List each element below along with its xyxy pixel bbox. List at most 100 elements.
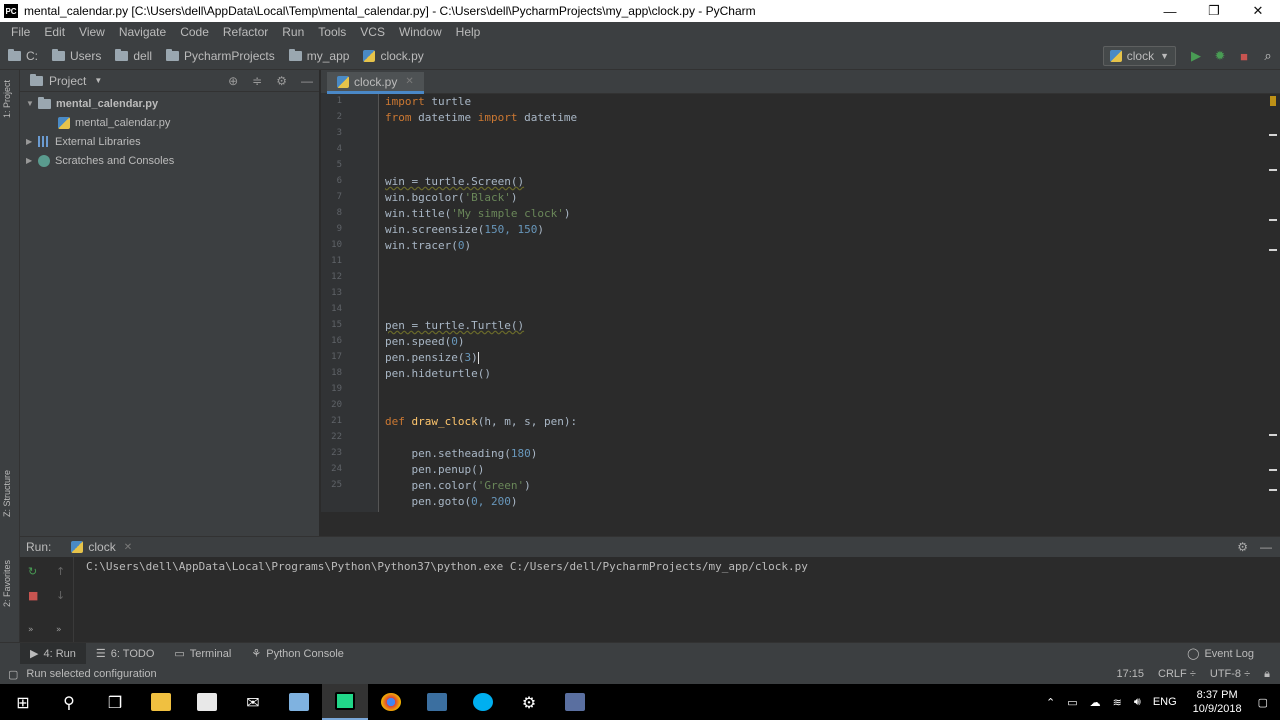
code-line: from datetime import datetime: [385, 111, 578, 124]
task-view-icon[interactable]: ❒: [92, 684, 138, 720]
wifi-icon[interactable]: ≋: [1113, 696, 1122, 709]
collapsed-arrow-icon[interactable]: ▶: [26, 156, 38, 165]
breadcrumb-my-app[interactable]: my_app: [288, 48, 349, 63]
menu-file[interactable]: File: [4, 25, 37, 39]
menu-refactor[interactable]: Refactor: [216, 25, 275, 39]
code-line: win = turtle.Screen(): [385, 175, 525, 188]
down-arrow-icon[interactable]: ↓: [56, 589, 65, 602]
breadcrumb-pycharmprojects[interactable]: PycharmProjects: [166, 48, 275, 63]
collapsed-arrow-icon[interactable]: ▶: [26, 137, 38, 146]
cloud-icon[interactable]: ☁: [1090, 696, 1101, 709]
gear-icon[interactable]: ⚙: [276, 74, 287, 88]
project-panel-title[interactable]: Project: [49, 74, 86, 88]
breadcrumb-clock-py[interactable]: clock.py: [363, 49, 424, 63]
menu-edit[interactable]: Edit: [37, 25, 72, 39]
breadcrumb-drive[interactable]: C:: [8, 48, 38, 63]
pycharm-taskbar-icon[interactable]: [322, 684, 368, 720]
battery-icon[interactable]: ▭: [1067, 696, 1077, 709]
tree-item-project-root[interactable]: ▼ mental_calendar.py: [20, 94, 319, 113]
close-tab-icon[interactable]: ✕: [405, 76, 413, 87]
minimize-button[interactable]: —: [1148, 0, 1192, 22]
tool-window-terminal[interactable]: ▭ Terminal: [164, 643, 241, 665]
menu-run[interactable]: Run: [275, 25, 311, 39]
notepad-icon[interactable]: [276, 684, 322, 720]
gear-icon[interactable]: ⚙: [1237, 540, 1248, 554]
up-arrow-icon[interactable]: ↑: [56, 565, 65, 578]
search-icon[interactable]: ⚲: [46, 684, 92, 720]
skype-icon[interactable]: [460, 684, 506, 720]
warning-marker[interactable]: [1270, 96, 1276, 106]
line-number: 18: [331, 368, 342, 378]
settings-gear-icon[interactable]: ⚙: [506, 684, 552, 720]
notification-icon[interactable]: ▢: [1258, 696, 1268, 709]
menu-tools[interactable]: Tools: [311, 25, 353, 39]
store-icon[interactable]: [184, 684, 230, 720]
event-log-button[interactable]: ◯ Event Log: [1187, 647, 1254, 661]
scroll-marker[interactable]: [1269, 469, 1277, 471]
debug-icon[interactable]: ✹: [1208, 44, 1232, 68]
scroll-marker[interactable]: [1269, 219, 1277, 221]
scroll-marker[interactable]: [1269, 249, 1277, 251]
show-hidden-icons[interactable]: ⌃: [1046, 696, 1055, 709]
taskbar-clock[interactable]: 8:37 PM 10/9/2018: [1193, 688, 1242, 716]
tool-window-python-console[interactable]: ⚘ Python Console: [241, 643, 354, 665]
editor-error-stripe[interactable]: [1266, 94, 1280, 512]
locate-icon[interactable]: ⊕: [228, 74, 238, 88]
scroll-marker[interactable]: [1269, 489, 1277, 491]
scroll-marker[interactable]: [1269, 169, 1277, 171]
stop-icon[interactable]: ■: [28, 589, 38, 602]
menu-view[interactable]: View: [72, 25, 112, 39]
hide-icon[interactable]: —: [301, 74, 313, 88]
console-output[interactable]: C:\Users\dell\AppData\Local\Programs\Pyt…: [86, 560, 808, 573]
tool-window-run[interactable]: ▶ 4: Run: [20, 642, 86, 665]
windows-start-icon[interactable]: ⊞: [0, 684, 46, 720]
menu-help[interactable]: Help: [449, 25, 488, 39]
line-number-gutter: 1 2 3 4 5 6 7 8 9 10 11 12 13 14 15 16 1…: [321, 94, 379, 512]
expanded-arrow-icon[interactable]: ▼: [26, 99, 38, 108]
mail-icon[interactable]: ✉: [230, 684, 276, 720]
menu-vcs[interactable]: VCS: [353, 25, 392, 39]
close-tab-icon[interactable]: ✕: [124, 542, 132, 553]
stop-icon[interactable]: ■: [1232, 44, 1256, 68]
recorder-icon[interactable]: [552, 684, 598, 720]
run-icon[interactable]: ▶: [1184, 44, 1208, 68]
hide-icon[interactable]: —: [1260, 540, 1272, 554]
menu-navigate[interactable]: Navigate: [112, 25, 173, 39]
more-icon[interactable]: »: [56, 625, 62, 635]
volume-icon[interactable]: 🔊︎: [1134, 696, 1141, 709]
python-idle-icon[interactable]: [414, 684, 460, 720]
line-number: 6: [336, 176, 342, 186]
tool-window-todo[interactable]: ☰ 6: TODO: [86, 643, 164, 665]
code-editor[interactable]: 1 2 3 4 5 6 7 8 9 10 11 12 13 14 15 16 1…: [321, 94, 1280, 512]
breadcrumb-users[interactable]: Users: [52, 48, 101, 63]
cursor-position[interactable]: 17:15: [1117, 668, 1145, 680]
scroll-marker[interactable]: [1269, 434, 1277, 436]
run-tab-clock[interactable]: clock ✕: [71, 540, 132, 554]
editor-tab-clock-py[interactable]: clock.py ✕: [327, 72, 424, 94]
tree-item-file[interactable]: mental_calendar.py: [20, 113, 319, 132]
rerun-icon[interactable]: ↻: [28, 565, 37, 578]
more-icon[interactable]: »: [28, 625, 34, 635]
tree-item-external-libraries[interactable]: ▶ External Libraries: [20, 132, 319, 151]
menu-code[interactable]: Code: [173, 25, 216, 39]
status-toggle-icon[interactable]: ▢: [8, 668, 18, 681]
structure-tool-tab[interactable]: Z: Structure: [2, 470, 12, 517]
file-explorer-icon[interactable]: [138, 684, 184, 720]
language-indicator[interactable]: ENG: [1153, 696, 1177, 708]
restore-button[interactable]: ❐: [1192, 0, 1236, 22]
tree-item-scratches[interactable]: ▶ Scratches and Consoles: [20, 151, 319, 170]
file-encoding[interactable]: UTF-8 ÷: [1210, 668, 1250, 680]
run-configuration-select[interactable]: clock ▼: [1102, 46, 1176, 66]
search-everywhere-icon[interactable]: ⌕: [1256, 44, 1280, 68]
collapse-all-icon[interactable]: ≑: [252, 74, 262, 88]
chevron-down-icon[interactable]: ▼: [94, 76, 102, 85]
line-separator[interactable]: CRLF ÷: [1158, 668, 1196, 680]
scroll-marker[interactable]: [1269, 134, 1277, 136]
chrome-icon[interactable]: [368, 684, 414, 720]
favorites-tool-tab[interactable]: 2: Favorites: [2, 560, 12, 607]
project-tool-tab[interactable]: 1: Project: [2, 80, 12, 118]
close-window-button[interactable]: ✕: [1236, 0, 1280, 22]
lock-icon[interactable]: 🔒︎: [1264, 668, 1270, 681]
menu-window[interactable]: Window: [392, 25, 449, 39]
breadcrumb-dell[interactable]: dell: [115, 48, 152, 63]
